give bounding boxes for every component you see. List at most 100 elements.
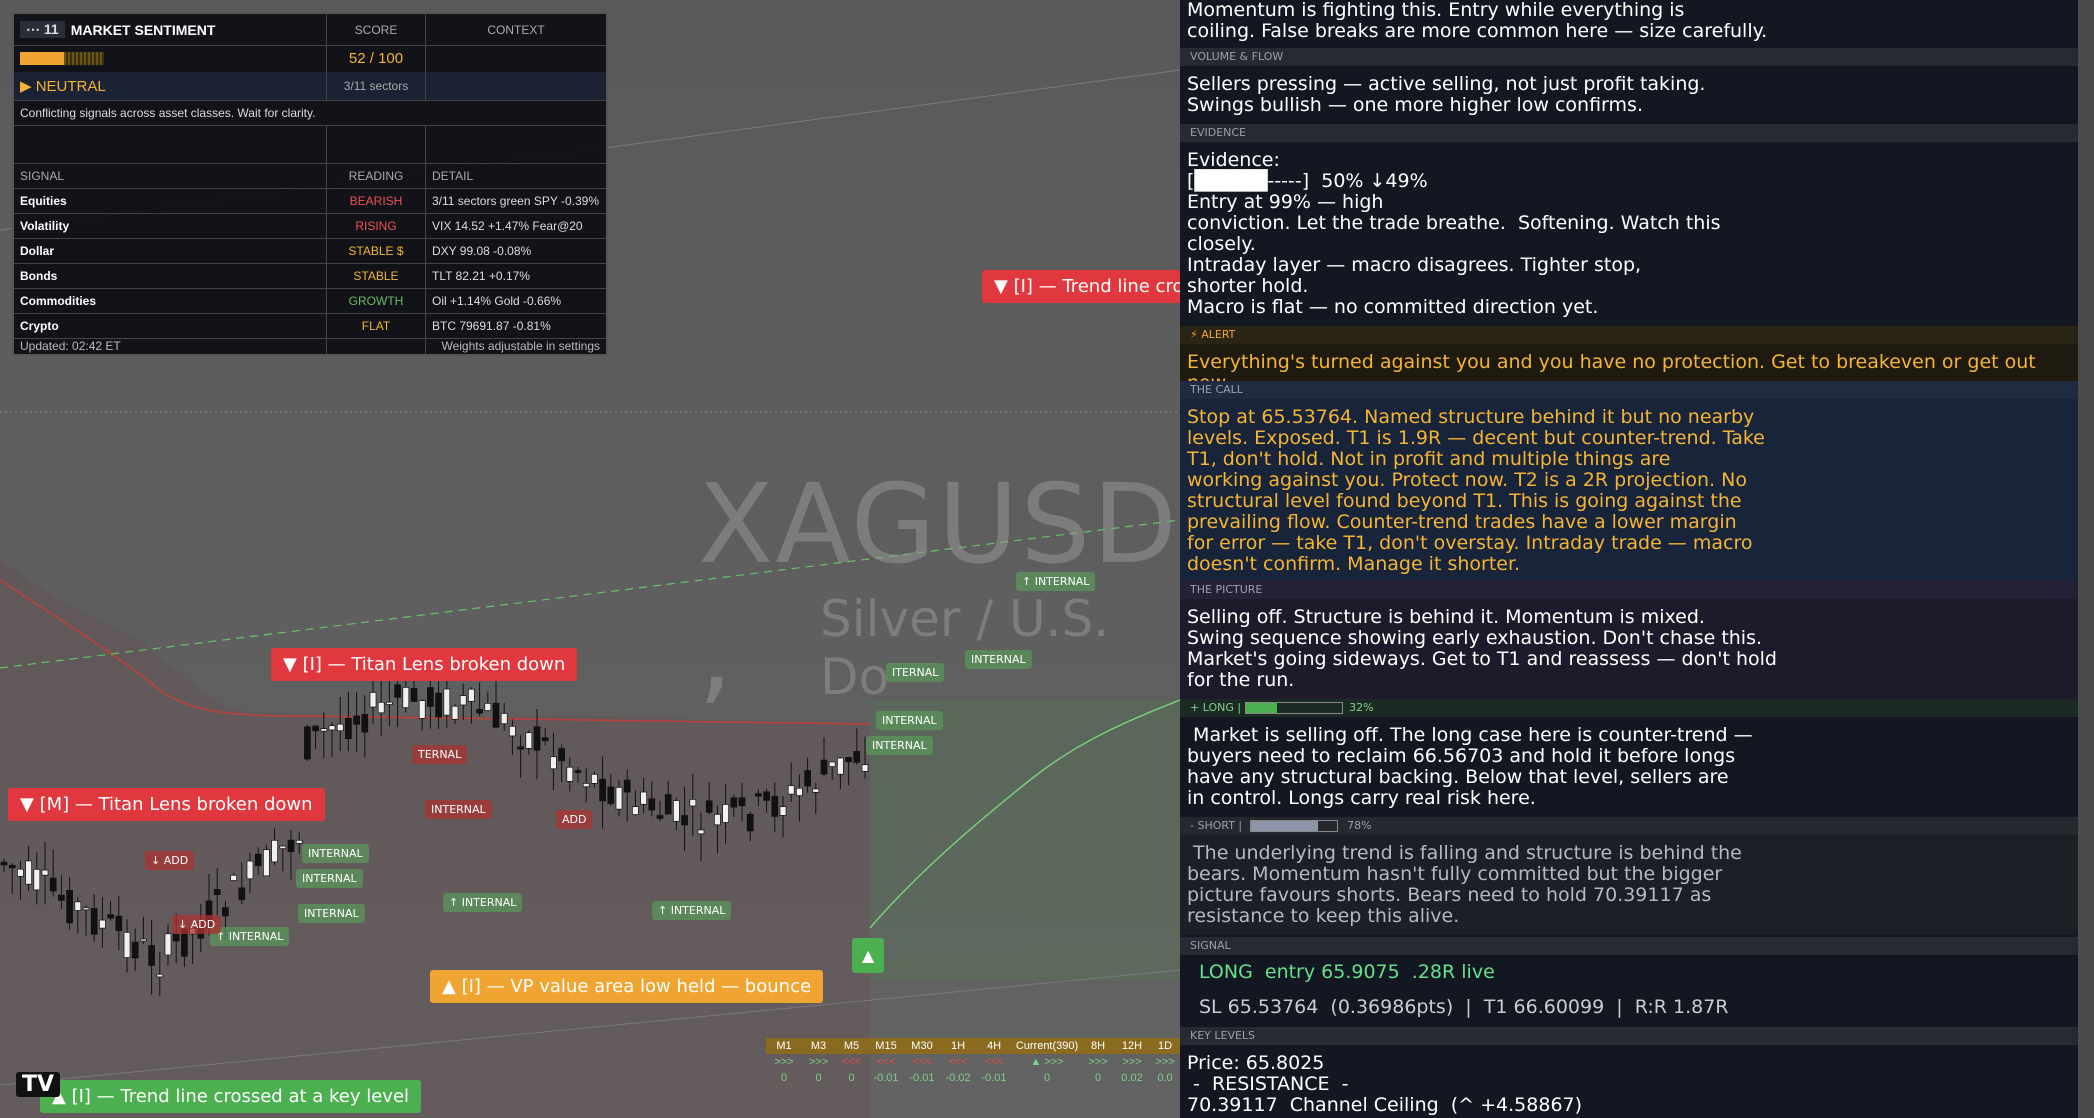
long-label: + LONG | 32% (1180, 699, 2078, 717)
candle-body (730, 797, 738, 808)
signal-detail: Oil +1.14% Gold -0.66% (432, 293, 562, 308)
tradingview-logo[interactable]: TV (16, 1072, 61, 1097)
entry-marker[interactable]: ▲ (852, 938, 885, 973)
internal-marker[interactable]: INTERNAL (298, 904, 365, 923)
signal-label: SIGNAL (1180, 937, 2078, 955)
candle-body (574, 770, 582, 773)
candle-body (755, 793, 762, 797)
candle-body (271, 839, 278, 863)
col-context: CONTEXT (487, 22, 545, 37)
internal-marker[interactable]: ↑ INTERNAL (652, 901, 732, 920)
candle-body (279, 845, 287, 849)
candle-body (476, 708, 483, 714)
candle-body (500, 713, 508, 725)
signal-detail: DXY 99.08 -0.08% (432, 243, 532, 258)
internal-marker[interactable]: INTERNAL (866, 736, 933, 755)
timeframe-cell: <<< (912, 1056, 932, 1068)
candle-body (837, 757, 844, 775)
signal-reading: STABLE $ (327, 238, 426, 263)
candle-body (328, 725, 336, 731)
candle-body (58, 894, 65, 901)
signal-reading: GROWTH (327, 288, 426, 313)
candle-body (632, 806, 639, 815)
candle-body (41, 869, 49, 876)
col-signal: SIGNAL (14, 163, 327, 188)
timeframe-cell: -0.01 (981, 1072, 1007, 1084)
candle-body (771, 795, 779, 817)
analysis-panel[interactable]: Momentum is fighting this. Entry while e… (1180, 0, 2078, 1118)
timeframe-cell: 0 (848, 1072, 855, 1084)
trend-line-label-bottom[interactable]: ▲ [I] — Trend line crossed at a key leve… (40, 1080, 422, 1113)
sentiment-row: Crypto FLAT BTC 79691.87 -0.81% (14, 313, 606, 339)
candle-body (541, 737, 549, 742)
trend-line-label-top[interactable]: ▼ [I] — Trend line cros (982, 270, 1180, 303)
vp-bounce-label[interactable]: ▲ [I] — VP value area low held — bounce (430, 970, 824, 1003)
updated-time: Updated: 02:42 ET (14, 338, 327, 354)
timeframe-cell: <<< (948, 1056, 968, 1068)
candle-body (746, 813, 754, 832)
signal-reading: RISING (327, 213, 426, 238)
candle-body (230, 874, 237, 881)
candle-body (418, 700, 426, 719)
short-label: - SHORT | 78% (1180, 817, 2078, 835)
add-marker[interactable]: ADD (556, 810, 593, 829)
candle-body (697, 829, 705, 835)
candle-body (533, 726, 541, 751)
timeframe-cell: 0 (815, 1072, 822, 1084)
internal-marker[interactable]: ↑ INTERNAL (443, 893, 523, 912)
candle-body (607, 786, 615, 804)
internal-marker[interactable]: INTERNAL (876, 711, 943, 730)
internal-marker[interactable]: ↑ INTERNAL (210, 927, 290, 946)
timeframe-cell: -0.01 (873, 1072, 899, 1084)
market-sentiment-table: ⋯ 11 MARKET SENTIMENT SCORE CONTEXT 52 /… (12, 12, 608, 356)
timeframe-cell: M15 (875, 1040, 897, 1052)
alert-label: ⚡ ALERT (1180, 326, 2078, 344)
candle-body (33, 868, 41, 891)
add-marker[interactable]: TERNAL (412, 745, 468, 764)
evidence-label: EVIDENCE (1180, 124, 2078, 142)
add-marker[interactable]: INTERNAL (425, 800, 492, 819)
candle-body (336, 723, 344, 732)
candle-body (796, 787, 803, 796)
right-scrollbar[interactable] (2078, 0, 2094, 1118)
signal-name: Dollar (14, 238, 327, 263)
candle-body (722, 804, 729, 823)
candle-body (566, 766, 574, 782)
candle-body (705, 800, 713, 813)
candle-body (49, 877, 57, 892)
candle-body (353, 715, 360, 725)
candle-body (0, 861, 8, 866)
evidence-bar: [█████-----] 50% ↓49% (1187, 170, 1428, 192)
sentiment-row: Equities BEARISH 3/11 sectors green SPY -0… (14, 188, 606, 214)
the-call-label: THE CALL (1180, 381, 2078, 399)
add-marker[interactable]: ↓ ADD (145, 851, 195, 870)
internal-marker[interactable]: INTERNAL (302, 844, 369, 863)
candle-body (410, 688, 418, 702)
sectors-count: 3/11 sectors (327, 72, 426, 100)
timeframe-cell: 0 (1043, 1072, 1051, 1084)
long-text: Market is selling off. The long case her… (1187, 724, 1753, 809)
candle-body (648, 798, 656, 811)
col-reading: READING (327, 163, 426, 188)
candle-body (779, 806, 787, 816)
candle-body (377, 701, 385, 714)
internal-marker[interactable]: INTERNAL (965, 650, 1032, 669)
candle-body (509, 725, 516, 737)
the-call-text: Stop at 65.53764. Named structure behind… (1187, 406, 1765, 575)
candle-body (99, 919, 106, 929)
candle-body (74, 901, 82, 911)
add-marker[interactable]: ↓ ADD (172, 915, 222, 934)
titan-lens-label-intraday[interactable]: ▼ [I] — Titan Lens broken down (271, 648, 578, 681)
signal-reading: BEARISH (327, 188, 426, 213)
sentiment-badge[interactable]: ⋯ 11 (20, 21, 65, 38)
candle-body (164, 933, 172, 956)
internal-marker[interactable]: INTERNAL (296, 869, 363, 888)
titan-lens-label-macro[interactable]: ▼ [M] — Titan Lens broken down (8, 788, 325, 821)
sentiment-row: Dollar STABLE $ DXY 99.08 -0.08% (14, 238, 606, 264)
internal-marker[interactable]: ITERNAL (886, 663, 945, 682)
timeframe-cell: 8H (1090, 1040, 1106, 1052)
key-levels-label: KEY LEVELS (1180, 1027, 2078, 1045)
candle-body (804, 770, 811, 787)
internal-marker[interactable]: ↑ INTERNAL (1016, 572, 1096, 591)
signal-reading: STABLE (327, 263, 426, 288)
